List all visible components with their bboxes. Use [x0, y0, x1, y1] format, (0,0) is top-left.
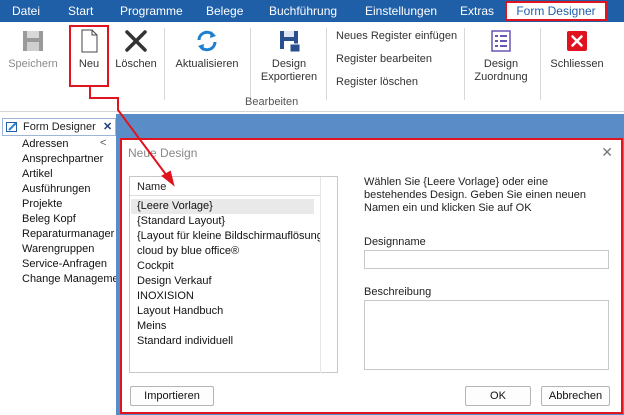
annotation-arrow	[89, 87, 175, 187]
